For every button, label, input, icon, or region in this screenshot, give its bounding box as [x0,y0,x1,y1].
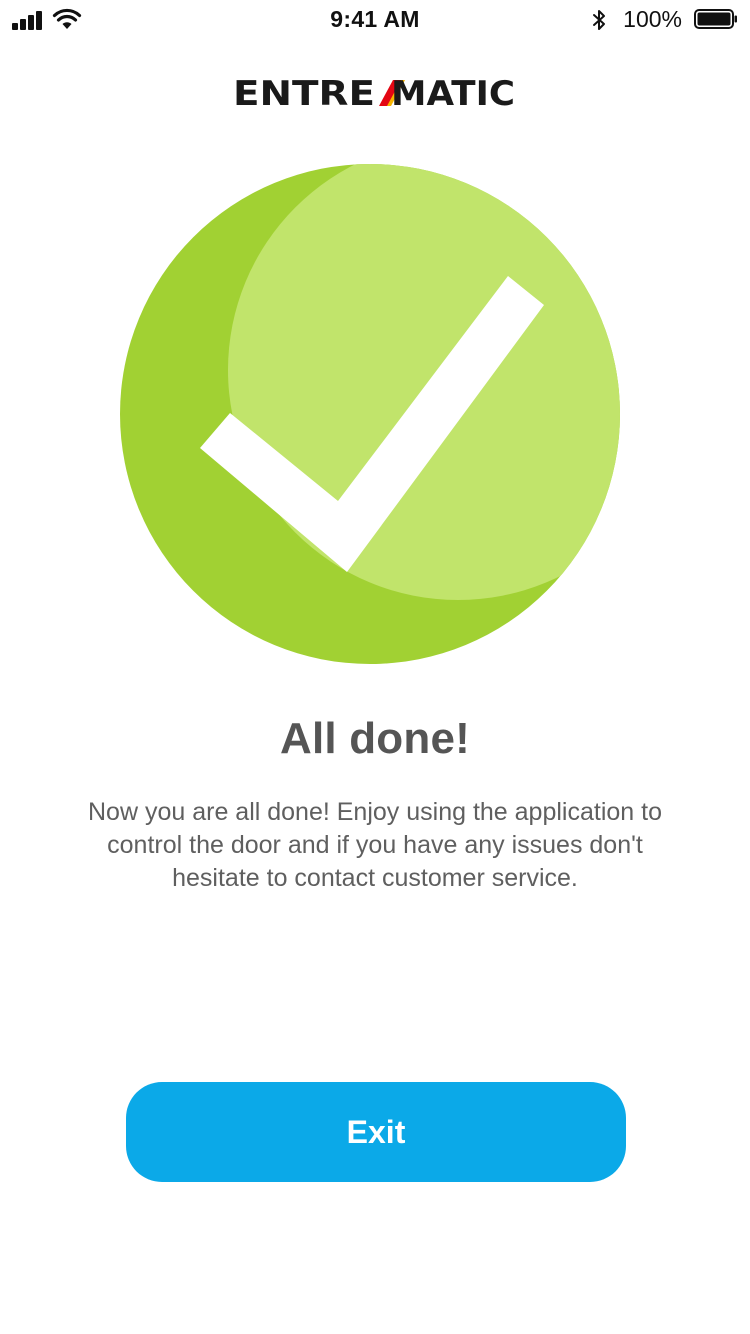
battery-percent: 100% [623,6,682,32]
brand-logo: ENTRE MATIC [0,72,750,116]
page-title: All done! [279,714,470,763]
status-bar: 9:41 AM 100% [0,0,750,40]
completion-message: Now you are all done! Enjoy using the ap… [88,798,662,892]
entrematic-logo: ENTRE MATIC [233,74,515,114]
bluetooth-icon [593,10,605,30]
battery-icon [694,9,737,29]
svg-text:MATIC: MATIC [391,74,515,114]
svg-text:ENTRE: ENTRE [233,74,375,114]
exit-button[interactable]: Exit [126,1082,626,1182]
success-checkmark-illustration [120,164,620,664]
